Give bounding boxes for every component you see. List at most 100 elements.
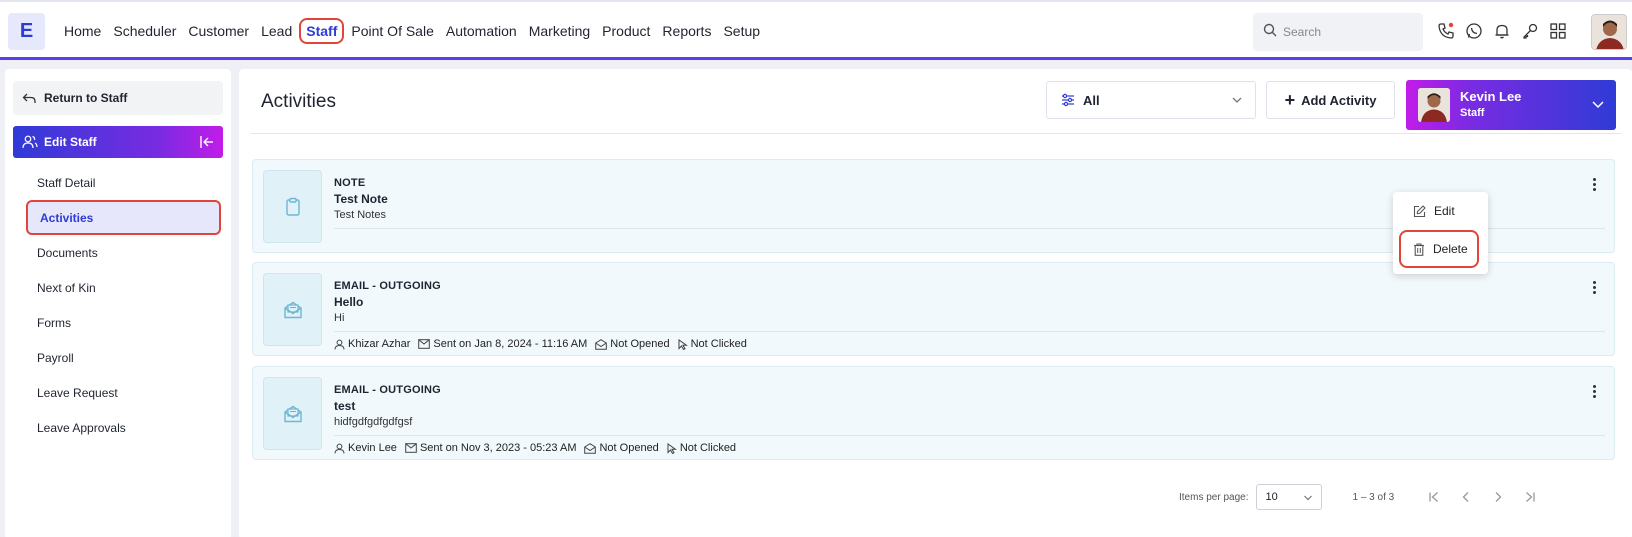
delete-label: Delete — [1433, 242, 1468, 256]
main-panel: Activities All + Add Activity Kevin Lee … — [239, 69, 1632, 537]
edit-label: Edit — [1434, 204, 1455, 218]
return-label: Return to Staff — [44, 91, 128, 105]
users-icon — [22, 135, 38, 149]
more-options-icon[interactable] — [1586, 176, 1602, 192]
meta-author: Khizar Azhar — [334, 338, 410, 350]
edit-menu-item[interactable]: Edit — [1393, 196, 1488, 226]
staff-role: Staff — [1460, 107, 1485, 119]
activity-type: EMAIL - OUTGOING — [334, 384, 441, 396]
meta-opened: Not Opened — [584, 442, 659, 454]
envelope-icon — [418, 339, 431, 349]
meta-sent: Sent on Nov 3, 2023 - 05:23 AM — [405, 442, 576, 454]
meta-sent: Sent on Jan 8, 2024 - 11:16 AM — [418, 338, 587, 350]
items-per-page-value: 10 — [1265, 491, 1278, 503]
user-avatar[interactable] — [1591, 14, 1627, 50]
return-to-staff-button[interactable]: Return to Staff — [13, 81, 223, 115]
pagination: Items per page: 10 1 – 3 of 3 — [1179, 484, 1546, 510]
first-page-icon[interactable] — [1418, 491, 1450, 503]
nav-reports[interactable]: Reports — [657, 19, 716, 43]
activity-filter-select[interactable]: All — [1046, 81, 1256, 119]
opened-status: Not Opened — [610, 338, 670, 350]
back-arrow-icon — [22, 93, 36, 103]
activity-body: Test Notes — [334, 209, 386, 221]
sidebar-item-leave-approvals[interactable]: Leave Approvals — [25, 410, 230, 445]
nav-scheduler[interactable]: Scheduler — [108, 19, 181, 43]
nav-home[interactable]: Home — [59, 19, 106, 43]
more-options-icon[interactable] — [1586, 279, 1602, 295]
envelope-icon — [405, 443, 417, 453]
chevron-down-icon — [1592, 101, 1604, 109]
plus-icon: + — [1284, 89, 1296, 110]
sidebar-item-documents[interactable]: Documents — [25, 235, 230, 270]
activity-icon-tile — [263, 273, 322, 346]
edit-staff-header: Edit Staff — [13, 126, 223, 158]
mail-open-icon — [584, 442, 597, 454]
main-nav: Home Scheduler Customer Lead Staff Point… — [59, 2, 767, 60]
activity-title: test — [334, 399, 356, 413]
items-per-page-select[interactable]: 10 — [1256, 484, 1323, 510]
nav-staff[interactable]: Staff — [299, 18, 345, 44]
items-per-page-label: Items per page: — [1179, 491, 1249, 503]
author-name: Khizar Azhar — [348, 338, 411, 350]
search-box[interactable] — [1253, 13, 1423, 51]
more-options-icon[interactable] — [1586, 383, 1602, 399]
add-activity-button[interactable]: + Add Activity — [1266, 81, 1395, 119]
activity-divider — [334, 331, 1605, 332]
trash-icon — [1414, 242, 1424, 256]
app-logo[interactable]: E — [8, 13, 45, 50]
nav-product[interactable]: Product — [597, 19, 655, 43]
activity-body: hidfgdfgdfgdfgsf — [334, 416, 413, 428]
clicked-status: Not Clicked — [690, 338, 747, 350]
activity-type: NOTE — [334, 177, 366, 189]
sidebar-item-activities[interactable]: Activities — [26, 200, 221, 235]
cursor-icon — [667, 442, 677, 454]
nav-lead[interactable]: Lead — [256, 19, 297, 43]
sidebar-item-staff-detail[interactable]: Staff Detail — [25, 165, 230, 200]
activity-meta: Kevin Lee Sent on Nov 3, 2023 - 05:23 AM… — [334, 442, 736, 454]
filter-value: All — [1083, 92, 1100, 108]
add-activity-label: Add Activity — [1301, 92, 1377, 108]
meta-opened: Not Opened — [595, 338, 670, 350]
mail-open-icon — [283, 301, 302, 318]
meta-clicked: Not Clicked — [678, 338, 747, 350]
chevron-down-icon — [1304, 495, 1313, 501]
activity-icon-tile — [263, 170, 322, 243]
top-navbar: E Home Scheduler Customer Lead Staff Poi… — [0, 0, 1632, 60]
sidebar-item-forms[interactable]: Forms — [25, 305, 230, 340]
nav-point-of-sale[interactable]: Point Of Sale — [346, 19, 439, 43]
whatsapp-icon[interactable] — [1465, 20, 1483, 42]
meta-clicked: Not Clicked — [667, 442, 736, 454]
bell-icon[interactable] — [1493, 20, 1511, 42]
activity-icon-tile — [263, 377, 322, 450]
activity-title: Hello — [334, 295, 364, 309]
activity-title: Test Note — [334, 192, 388, 206]
last-page-icon[interactable] — [1514, 491, 1546, 503]
edit-icon — [1413, 204, 1426, 217]
header-divider — [251, 133, 1621, 134]
phone-icon[interactable] — [1437, 20, 1455, 42]
staff-user-card[interactable]: Kevin Lee Staff — [1406, 80, 1616, 130]
side-menu: Staff Detail Activities Documents Next o… — [25, 165, 230, 445]
mail-open-icon — [283, 405, 302, 422]
activity-card: EMAIL - OUTGOING Hello Hi Khizar Azhar S… — [252, 262, 1615, 356]
key-icon[interactable] — [1521, 20, 1539, 42]
clicked-status: Not Clicked — [679, 442, 737, 454]
nav-automation[interactable]: Automation — [441, 19, 522, 43]
delete-menu-item[interactable]: Delete — [1399, 230, 1479, 268]
nav-marketing[interactable]: Marketing — [524, 19, 595, 43]
search-input[interactable] — [1283, 25, 1403, 39]
search-icon — [1263, 23, 1277, 42]
page-range: 1 – 3 of 3 — [1352, 491, 1395, 503]
sidebar-item-next-of-kin[interactable]: Next of Kin — [25, 270, 230, 305]
prev-page-icon[interactable] — [1450, 491, 1482, 503]
grid-icon[interactable] — [1549, 20, 1567, 42]
nav-customer[interactable]: Customer — [183, 19, 254, 43]
user-icon — [334, 443, 345, 454]
next-page-icon[interactable] — [1482, 491, 1514, 503]
nav-setup[interactable]: Setup — [718, 19, 765, 43]
sidebar-item-leave-request[interactable]: Leave Request — [25, 375, 230, 410]
collapse-sidebar-icon[interactable] — [199, 134, 215, 150]
sidebar-item-payroll[interactable]: Payroll — [25, 340, 230, 375]
sidebar: Return to Staff Edit Staff Staff Detail … — [5, 69, 231, 537]
top-icon-group — [1437, 20, 1567, 42]
